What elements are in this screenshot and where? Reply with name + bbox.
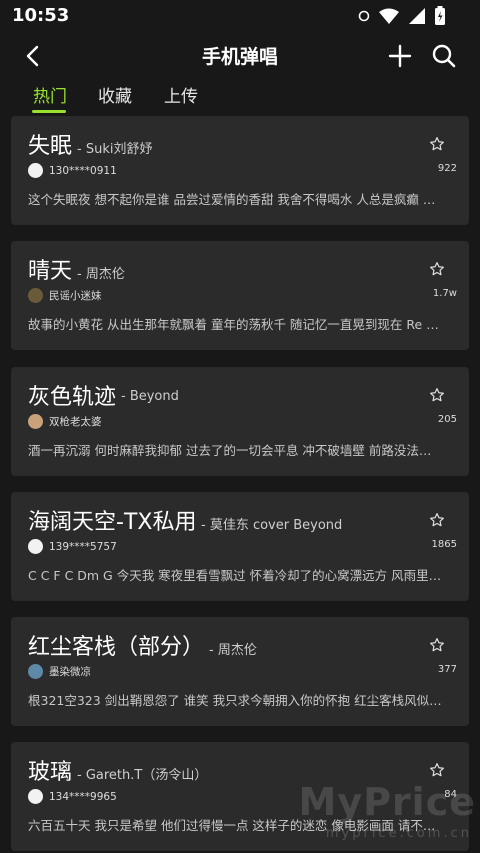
uploader-name: 134****9965 (49, 790, 117, 803)
uploader-name: 墨染微凉 (49, 666, 91, 678)
star-icon[interactable] (429, 136, 445, 152)
search-icon[interactable] (430, 42, 458, 70)
favorite-count: 1865 (431, 539, 457, 550)
favorite-count: 377 (437, 664, 457, 675)
lyric-preview: 这个失眠夜 想不起你是谁 品尝过爱情的香甜 我舍不得喝水 人总是疯癫 被爱喜欢.… (28, 192, 443, 207)
song-card[interactable]: 红尘客栈（部分） - 周杰伦 墨染微凉 根321空323 剑出鞘恩怨了 谁笑 我… (11, 617, 469, 726)
favorite-count: 205 (437, 414, 457, 425)
song-artist: - 周杰伦 (209, 643, 257, 658)
tab-upload[interactable]: 上传 (164, 82, 198, 107)
song-title: 失眠 (28, 134, 73, 159)
song-artist: - 莫佳东 cover Beyond (201, 518, 343, 533)
active-tab-indicator (32, 110, 66, 113)
star-icon[interactable] (429, 387, 445, 403)
song-card[interactable]: 海阔天空-TX私用 - 莫佳东 cover Beyond 139****5757… (11, 492, 469, 601)
uploader-name: 139****5757 (49, 540, 117, 553)
song-artist: - Beyond (121, 389, 179, 404)
avatar (28, 539, 43, 554)
signal-dot-icon (358, 10, 370, 22)
song-title: 晴天 (28, 259, 73, 284)
status-bar: 10:53 (0, 0, 480, 32)
uploader: 民谣小迷妹 (28, 288, 102, 303)
uploader-name: 130****0911 (49, 164, 117, 177)
song-card[interactable]: 晴天 - 周杰伦 民谣小迷妹 故事的小黄花 从出生那年就飘着 童年的荡秋千 随记… (11, 241, 469, 350)
uploader: 130****0911 (28, 163, 117, 178)
tab-hot[interactable]: 热门 (33, 82, 67, 107)
watermark-url: myprice.com.cn (325, 826, 472, 841)
avatar (28, 664, 43, 679)
uploader: 墨染微凉 (28, 664, 91, 679)
app-bar: 手机弹唱 (0, 32, 480, 80)
uploader-name: 双枪老太婆 (49, 416, 102, 428)
song-title: 玻璃 (28, 760, 73, 785)
avatar (28, 789, 43, 804)
song-title: 海阔天空-TX私用 (28, 510, 197, 535)
wifi-icon (379, 8, 399, 24)
watermark-logo: MyPrice (298, 780, 476, 824)
watermark: MyPrice myprice.com.cn (298, 780, 480, 850)
star-icon[interactable] (429, 637, 445, 653)
cell-signal-icon (409, 8, 425, 24)
avatar (28, 288, 43, 303)
tab-favorites[interactable]: 收藏 (98, 82, 132, 107)
lyric-preview: C C F C Dm G 今天我 寒夜里看雪飘过 怀着冷却了的心窝漂远方 风雨里… (28, 568, 443, 583)
uploader-name: 民谣小迷妹 (49, 290, 102, 302)
lyric-preview: 故事的小黄花 从出生那年就飘着 童年的荡秋千 随记忆一直晃到现在 Re So S… (28, 317, 443, 332)
star-icon[interactable] (429, 762, 445, 778)
tab-bar: 热门 收藏 上传 (0, 80, 480, 114)
song-artist: - Suki刘舒妤 (77, 142, 153, 157)
song-title: 红尘客栈（部分） (28, 635, 205, 660)
song-card[interactable]: 失眠 - Suki刘舒妤 130****0911 这个失眠夜 想不起你是谁 品尝… (11, 116, 469, 225)
avatar (28, 414, 43, 429)
lyric-preview: 根321空323 剑出鞘恩怨了 谁笑 我只求今朝拥入你的怀抱 红尘客栈风似刀 骤… (28, 693, 443, 708)
favorite-count: 922 (437, 163, 457, 174)
status-time: 10:53 (12, 5, 70, 26)
uploader: 139****5757 (28, 539, 117, 554)
status-icons (358, 6, 446, 26)
battery-icon (435, 6, 445, 25)
uploader: 双枪老太婆 (28, 414, 102, 429)
song-artist: - 周杰伦 (77, 267, 125, 282)
song-artist: - Gareth.T（汤令山） (77, 768, 208, 783)
star-icon[interactable] (429, 261, 445, 277)
uploader: 134****9965 (28, 789, 117, 804)
avatar (28, 163, 43, 178)
add-icon[interactable] (386, 42, 414, 70)
lyric-preview: 酒一再沉溺 何时麻醉我抑郁 过去了的一切会平息 冲不破墙壁 前路没法看得清 再有… (28, 443, 443, 458)
favorite-count: 1.7w (432, 288, 457, 299)
song-card[interactable]: 灰色轨迹 - Beyond 双枪老太婆 酒一再沉溺 何时麻醉我抑郁 过去了的一切… (11, 367, 469, 476)
star-icon[interactable] (429, 512, 445, 528)
song-title: 灰色轨迹 (28, 385, 117, 410)
